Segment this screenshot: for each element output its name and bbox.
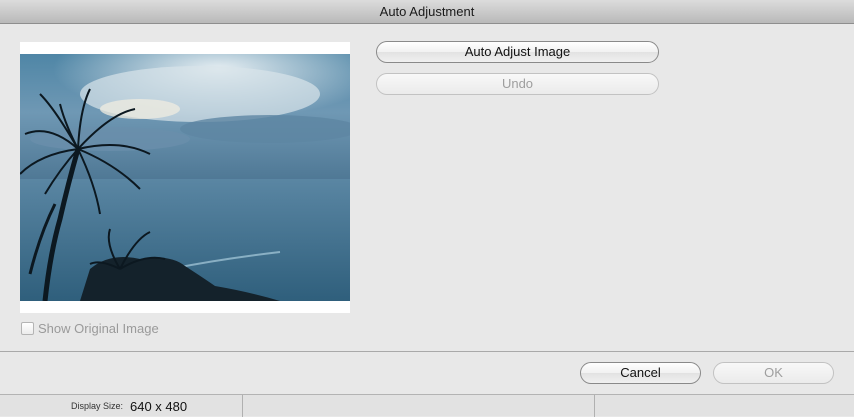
show-original-checkbox-row[interactable]: Show Original Image: [21, 320, 159, 336]
preview-image: [20, 54, 350, 301]
undo-button[interactable]: Undo: [376, 73, 659, 95]
display-size-value: 640 x 480: [130, 399, 188, 414]
display-size-label: Display Size:: [71, 401, 124, 411]
show-original-checkbox[interactable]: [21, 321, 34, 335]
cancel-button[interactable]: Cancel: [580, 362, 701, 384]
image-preview: [20, 42, 350, 313]
action-bar: Cancel OK: [0, 352, 854, 394]
status-separator: [594, 395, 595, 417]
status-separator: [242, 395, 243, 417]
auto-adjust-button[interactable]: Auto Adjust Image: [376, 41, 659, 63]
show-original-label: Show Original Image: [38, 320, 159, 336]
status-bar: Display Size: 640 x 480: [0, 394, 854, 417]
dialog-content: Show Original Image Auto Adjust Image Un…: [0, 24, 854, 351]
window-title: Auto Adjustment: [0, 0, 854, 24]
ok-button[interactable]: OK: [713, 362, 834, 384]
